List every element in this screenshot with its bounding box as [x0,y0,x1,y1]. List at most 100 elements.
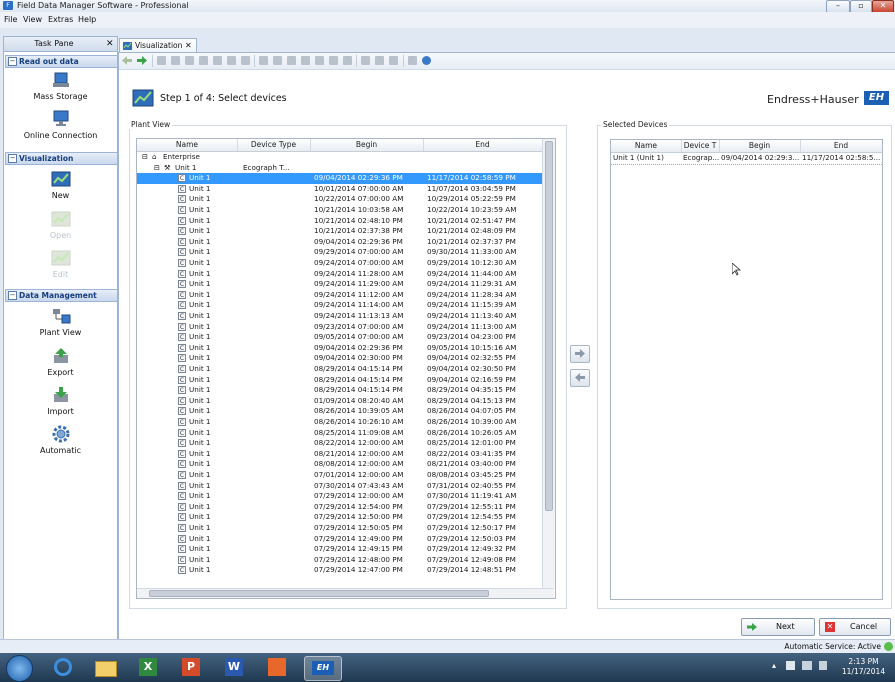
remove-device-button[interactable] [570,369,590,387]
column-header-end[interactable]: End [423,139,543,151]
refresh-icon[interactable] [361,56,370,65]
menu-help[interactable]: Help [78,12,96,28]
column-header-begin[interactable]: Begin [719,140,801,152]
table-row[interactable]: C Unit 1 08/25/2014 11:09:08 AM 08/26/2014 … [137,428,542,439]
close-tab-icon[interactable]: ✕ [185,39,192,53]
menu-file[interactable]: File [4,12,17,28]
table-row[interactable]: C Unit 1 09/24/2014 11:29:00 AM 09/24/2014 … [137,279,542,290]
add-device-button[interactable] [570,345,590,363]
tree-node-unit[interactable]: ⊟ ⚒ Unit 1 Ecograph T... [137,163,542,174]
file-explorer-icon[interactable] [90,656,120,679]
table-row[interactable]: C Unit 1 07/01/2014 12:00:00 AM 08/08/2014 … [137,470,542,481]
cursor-icon[interactable] [259,56,268,65]
column-header-begin[interactable]: Begin [310,139,424,151]
table-row[interactable]: C Unit 1 09/05/2014 07:00:00 AM 09/23/2014 … [137,332,542,343]
table-row[interactable]: C Unit 1 08/29/2014 04:15:14 PM 09/04/2014 … [137,375,542,386]
table-row[interactable]: C Unit 1 09/04/2014 02:29:36 PM 10/21/2014 … [137,237,542,248]
field-data-manager-taskbar-icon[interactable]: EH [304,656,342,681]
zoom-icon[interactable] [301,56,310,65]
table-row[interactable]: C Unit 1 10/21/2014 02:48:10 PM 10/21/2014 … [137,216,542,227]
powerpoint-icon[interactable]: P [176,656,206,679]
next-button[interactable]: Next [741,618,815,636]
table-row[interactable]: C Unit 1 07/29/2014 12:48:00 PM 07/29/2014 … [137,555,542,566]
column-header-name[interactable]: Name [611,140,682,152]
column-header-device-type[interactable]: Device Type [237,139,311,151]
volume-icon[interactable] [819,661,827,670]
section-read-out-data[interactable]: − Read out data [5,55,118,68]
table-row[interactable]: C Unit 1 10/01/2014 07:00:00 AM 11/07/2014 … [137,184,542,195]
analysis-icon[interactable] [389,56,398,65]
new-visualization-item[interactable]: New [4,170,117,200]
table-row[interactable]: C Unit 1 09/29/2014 07:00:00 AM 09/30/2014 … [137,247,542,258]
online-connection-item[interactable]: Online Connection [4,110,117,140]
horizontal-scrollbar[interactable] [137,588,554,598]
table-row[interactable]: C Unit 1 08/21/2014 12:00:00 AM 08/22/2014 … [137,449,542,460]
mass-storage-item[interactable]: Mass Storage [4,71,117,101]
collapse-icon[interactable]: − [8,154,17,163]
scrollbar-thumb[interactable] [149,590,489,597]
back-arrow-icon[interactable] [122,56,132,65]
vertical-scrollbar[interactable] [542,139,555,588]
table-row[interactable]: C Unit 1 07/30/2014 07:43:43 AM 07/31/2014 … [137,481,542,492]
page-icon[interactable] [213,56,222,65]
table-row[interactable]: C Unit 1 09/24/2014 07:00:00 AM 09/29/2014 … [137,258,542,269]
import-item[interactable]: Import [4,386,117,416]
table-row[interactable]: C Unit 1 10/22/2014 07:00:00 AM 10/29/2014 … [137,194,542,205]
open-visualization-item[interactable]: Open [4,210,117,240]
annotate-icon[interactable] [287,56,296,65]
table-row[interactable]: C Unit 1 07/29/2014 12:50:00 PM 07/29/2014 … [137,512,542,523]
automatic-item[interactable]: Automatic [4,425,117,455]
plant-view-item[interactable]: Plant View [4,307,117,337]
table-row[interactable]: C Unit 1 08/29/2014 04:15:14 PM 09/04/2014 … [137,364,542,375]
table-row[interactable]: C Unit 1 08/22/2014 12:00:00 AM 08/25/2014 … [137,438,542,449]
tab-visualization[interactable]: Visualization ✕ [119,38,197,53]
table-row[interactable]: C Unit 1 09/04/2014 02:30:00 PM 09/04/2014 … [137,353,542,364]
selected-device-row[interactable]: Unit 1 (Unit 1) Ecograp... 09/04/2014 02… [611,153,882,165]
table-row[interactable]: C Unit 1 08/26/2014 10:39:05 AM 08/26/2014 … [137,406,542,417]
cancel-button[interactable]: ✕ Cancel [819,618,891,636]
pointer-icon[interactable] [273,56,282,65]
word-icon[interactable]: W [219,656,249,679]
settings-icon[interactable] [408,56,417,65]
column-header-device-type[interactable]: Device T [681,140,720,152]
table-row[interactable]: C Unit 1 09/23/2014 07:00:00 AM 09/24/2014 … [137,322,542,333]
table-row[interactable]: C Unit 1 10/21/2014 02:37:38 PM 10/21/2014 … [137,226,542,237]
table-row[interactable]: C Unit 1 09/24/2014 11:28:00 AM 09/24/2014 … [137,269,542,280]
save-as-icon[interactable] [171,56,180,65]
table-row[interactable]: C Unit 1 09/04/2014 02:29:36 PM 09/05/2014 … [137,343,542,354]
tray-expand-icon[interactable]: ▴ [772,661,776,670]
close-task-pane-icon[interactable]: ✕ [106,37,114,51]
table-row[interactable]: C Unit 1 08/26/2014 10:26:10 AM 08/26/2014 … [137,417,542,428]
zoom-out-icon[interactable] [329,56,338,65]
help-icon[interactable] [422,56,431,65]
menu-extras[interactable]: Extras [48,12,73,28]
edit-visualization-item[interactable]: Edit [4,249,117,279]
print-icon[interactable] [185,56,194,65]
zoom-in-icon[interactable] [315,56,324,65]
start-button[interactable] [6,655,33,682]
print-preview-icon[interactable] [199,56,208,65]
collapse-icon[interactable]: ⊟ [142,152,152,163]
internet-explorer-icon[interactable] [48,656,78,679]
tree-node-enterprise[interactable]: ⊟ ⌂ Enterprise [137,152,542,163]
table-row[interactable]: C Unit 1 09/24/2014 11:12:00 AM 09/24/2014 … [137,290,542,301]
collapse-icon[interactable]: ⊟ [154,163,164,174]
collapse-icon[interactable]: − [8,291,17,300]
selected-devices-grid[interactable]: Name Device T Begin End Unit 1 (Unit 1) … [610,139,883,600]
table-row[interactable]: C Unit 1 10/21/2014 10:03:58 AM 10/22/2014 … [137,205,542,216]
column-header-name[interactable]: Name [137,139,238,151]
section-visualization[interactable]: − Visualization [5,152,118,165]
forward-arrow-icon[interactable] [137,56,147,65]
signal-icon[interactable] [375,56,384,65]
section-data-management[interactable]: − Data Management [5,289,118,302]
zoom-reset-icon[interactable] [343,56,352,65]
save-icon[interactable] [157,56,166,65]
table-row[interactable]: C Unit 1 07/29/2014 12:00:00 AM 07/30/2014 … [137,491,542,502]
table-row[interactable]: C Unit 1 07/29/2014 12:49:15 PM 07/29/2014 … [137,544,542,555]
column-header-end[interactable]: End [800,140,882,152]
table-row[interactable]: C Unit 1 07/29/2014 12:49:00 PM 07/29/2014 … [137,534,542,545]
table-row[interactable]: C Unit 1 01/09/2014 08:20:40 AM 08/29/2014 … [137,396,542,407]
table-row[interactable]: C Unit 1 07/29/2014 12:50:05 PM 07/29/2014 … [137,523,542,534]
scrollbar-thumb[interactable] [545,141,553,511]
table-row[interactable]: C Unit 1 09/24/2014 11:14:00 AM 09/24/2014 … [137,300,542,311]
